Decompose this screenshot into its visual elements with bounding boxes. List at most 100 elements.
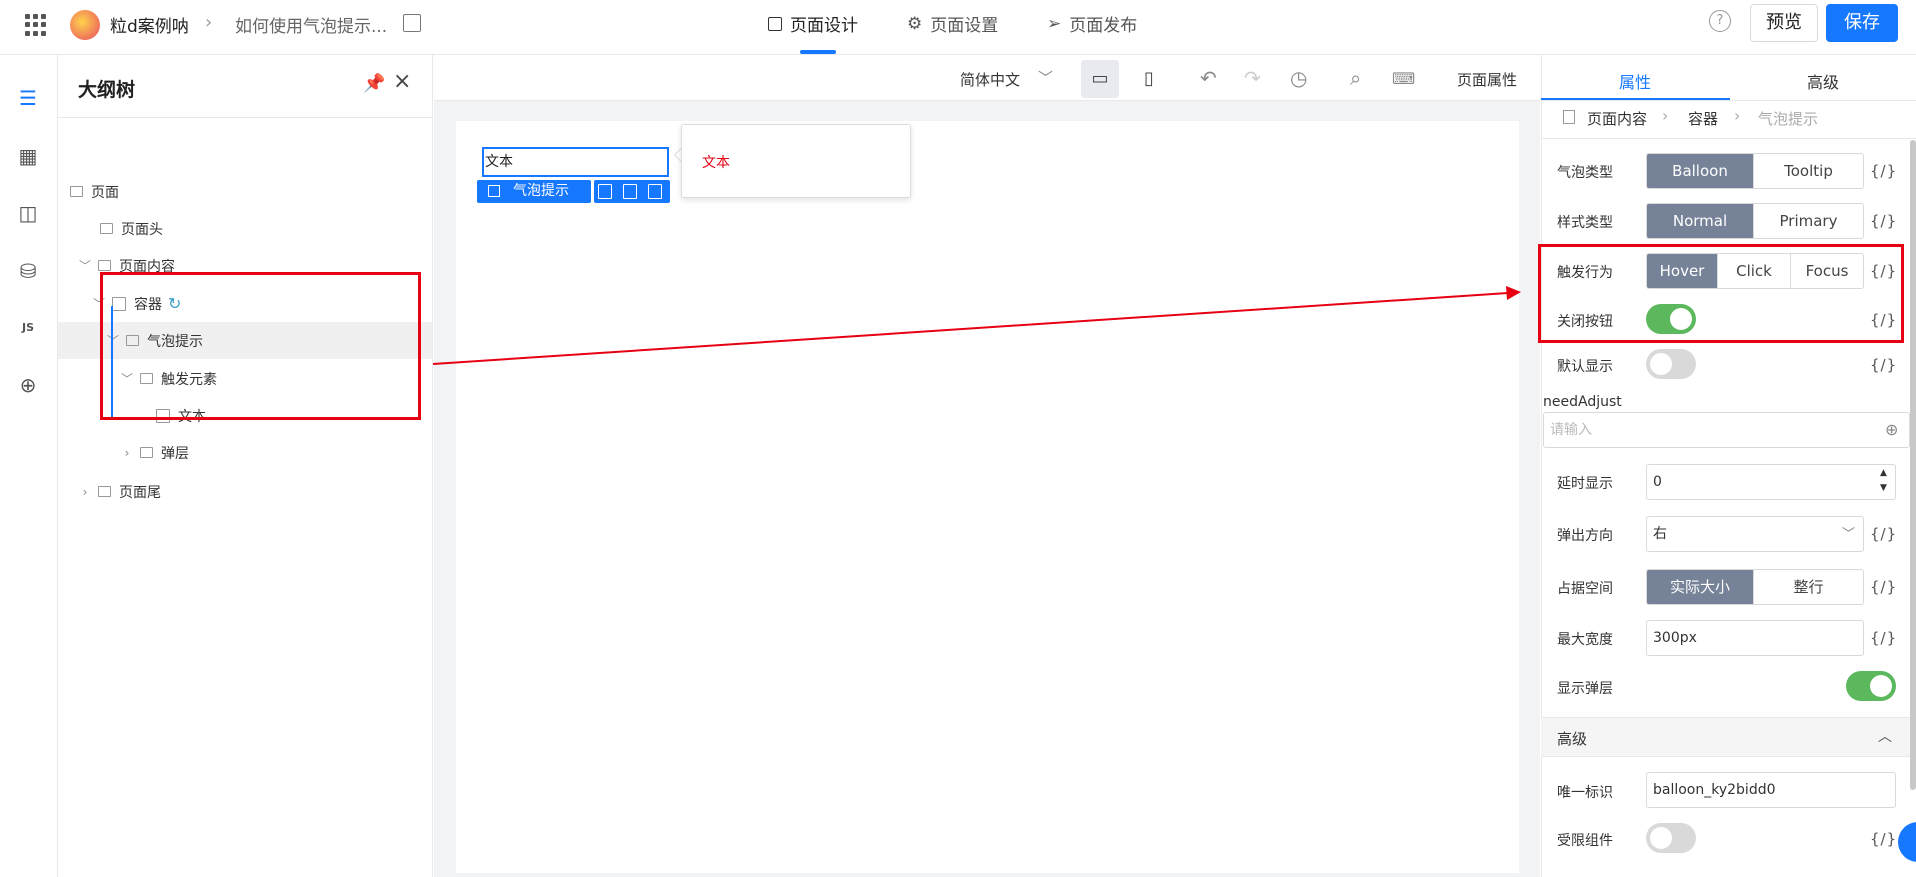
balloon-node-icon [488, 185, 500, 197]
divider [58, 117, 433, 118]
app-name[interactable]: 粒d案例呐 [110, 12, 189, 37]
tree-node-page-header[interactable]: 页面头 [58, 210, 432, 247]
scrollbar[interactable] [1910, 140, 1916, 790]
balloon-type-selector: Balloon Tooltip [1646, 153, 1864, 189]
label-need-adjust: needAdjust [1543, 394, 1622, 410]
variable-binding-button[interactable]: {/} [1870, 525, 1897, 543]
tab-advanced[interactable]: 高级 [1807, 69, 1839, 93]
breadcrumb-page-content[interactable]: 页面内容 [1587, 108, 1647, 129]
chevron-down-icon[interactable]: ﹀ [1038, 67, 1053, 88]
component-icon [1563, 110, 1575, 124]
layout-icon [768, 16, 782, 31]
outline-title: 大纲树 [78, 79, 136, 101]
option-normal[interactable]: Normal [1647, 204, 1754, 238]
stepper-arrows-icon[interactable]: ▲ ▼ [1880, 466, 1887, 496]
tab-properties[interactable]: 属性 [1619, 69, 1651, 93]
edit-icon[interactable] [403, 14, 421, 32]
show-popup-toggle[interactable] [1846, 671, 1896, 701]
history-icon[interactable]: ◷ [1290, 66, 1307, 90]
tree-node-label: 页面 [91, 184, 119, 201]
label-restricted: 受限组件 [1557, 833, 1613, 849]
mobile-view-button[interactable]: ▯ [1130, 60, 1168, 98]
desktop-view-button[interactable]: ▭ [1081, 60, 1119, 98]
globe-icon[interactable]: ⊕ [15, 372, 41, 398]
app-logo [70, 10, 100, 40]
max-width-input[interactable]: 300px [1646, 620, 1864, 656]
tab-label: 页面发布 [1069, 16, 1138, 36]
apps-grid-icon[interactable] [25, 14, 47, 36]
js-icon[interactable]: JS [15, 315, 41, 341]
chevron-right-icon: › [1662, 106, 1669, 125]
insert-icon[interactable] [598, 184, 612, 199]
layout-template-icon[interactable]: ◫ [15, 200, 41, 226]
preview-button[interactable]: 预览 [1750, 4, 1818, 42]
variable-binding-button[interactable]: {/} [1870, 830, 1897, 848]
undo-icon[interactable]: ↶ [1200, 66, 1217, 90]
variable-binding-button[interactable]: {/} [1870, 629, 1897, 647]
option-balloon[interactable]: Balloon [1647, 154, 1754, 188]
globe-icon[interactable]: ⊕ [1885, 420, 1898, 439]
variable-binding-button[interactable]: {/} [1870, 212, 1897, 230]
variable-binding-button[interactable]: {/} [1870, 356, 1897, 374]
variable-binding-button[interactable]: {/} [1870, 578, 1897, 596]
search-icon[interactable]: ⌕ [1350, 66, 1361, 90]
advanced-section-header[interactable]: 高级 ︿ [1541, 717, 1910, 757]
section-title: 高级 [1557, 730, 1588, 748]
top-bar: 粒d案例呐 › 如何使用气泡提示... 页面设计 ⚙ 页面设置 ➢ 页面发布 ?… [0, 0, 1916, 55]
restricted-toggle[interactable] [1646, 823, 1696, 853]
redo-icon[interactable]: ↷ [1244, 66, 1261, 90]
label-unique-id: 唯一标识 [1557, 785, 1613, 801]
label-default-visible: 默认显示 [1557, 359, 1613, 375]
tree-node-page[interactable]: 页面 [58, 173, 432, 210]
unique-id-input[interactable]: balloon_ky2bidd0 [1646, 772, 1896, 808]
close-icon[interactable]: × [393, 69, 411, 94]
copy-icon[interactable] [623, 184, 637, 199]
tree-node-label: 弹层 [161, 445, 189, 462]
option-primary[interactable]: Primary [1754, 204, 1863, 238]
breadcrumb-container[interactable]: 容器 [1688, 108, 1718, 129]
space-selector: 实际大小 整行 [1646, 569, 1864, 605]
page-node-icon [100, 223, 113, 234]
outline-tree-icon[interactable]: ☰ [15, 85, 41, 111]
selected-component-label: 气泡提示 [513, 183, 569, 199]
delete-icon[interactable] [648, 184, 662, 199]
chevron-right-icon[interactable]: › [120, 446, 134, 460]
option-actual-size[interactable]: 实际大小 [1647, 570, 1754, 604]
datasource-icon[interactable]: ⛁ [15, 258, 41, 284]
page-node-icon [98, 486, 111, 497]
keyboard-icon[interactable]: ⌨ [1392, 69, 1415, 88]
option-full-row[interactable]: 整行 [1754, 570, 1863, 604]
tab-label: 页面设计 [790, 16, 858, 36]
pin-icon[interactable]: 📌 [363, 73, 385, 94]
document-name[interactable]: 如何使用气泡提示... [235, 12, 387, 37]
tab-page-publish[interactable]: ➢ 页面发布 [1047, 11, 1138, 37]
option-tooltip[interactable]: Tooltip [1754, 154, 1863, 188]
chevron-down-icon[interactable]: ﹀ [1842, 523, 1855, 542]
label-max-width: 最大宽度 [1557, 632, 1613, 648]
tree-node-page-footer[interactable]: › 页面尾 [58, 473, 432, 510]
tree-node-popup[interactable]: › 弹层 [58, 434, 432, 471]
help-icon[interactable]: ? [1709, 10, 1731, 32]
page-properties-button[interactable]: 页面属性 [1457, 69, 1517, 90]
page-node-icon [70, 186, 83, 197]
need-adjust-input[interactable]: 请输入 [1543, 412, 1910, 448]
tab-page-design[interactable]: 页面设计 [768, 11, 858, 36]
selected-component-tag[interactable]: 气泡提示 [477, 180, 591, 203]
save-button[interactable]: 保存 [1826, 4, 1898, 42]
label-direction: 弹出方向 [1557, 528, 1613, 544]
direction-select[interactable]: 右 [1646, 516, 1864, 552]
default-visible-toggle[interactable] [1646, 349, 1696, 379]
breadcrumb-current: 气泡提示 [1758, 110, 1819, 128]
tab-page-settings[interactable]: ⚙ 页面设置 [907, 11, 998, 37]
text-component[interactable]: 文本 [482, 147, 669, 177]
variable-binding-button[interactable]: {/} [1870, 162, 1897, 180]
annotation-box-properties [1538, 244, 1904, 343]
language-select[interactable]: 简体中文 [960, 69, 1020, 90]
components-icon[interactable]: ▦ [15, 143, 41, 169]
balloon-content-text: 文本 [702, 155, 730, 171]
delay-number-input[interactable]: 0 [1646, 464, 1896, 500]
style-type-selector: Normal Primary [1646, 203, 1864, 239]
breadcrumb-separator: › [205, 12, 213, 33]
chevron-right-icon[interactable]: › [78, 485, 92, 499]
chevron-down-icon[interactable]: ﹀ [78, 257, 92, 274]
